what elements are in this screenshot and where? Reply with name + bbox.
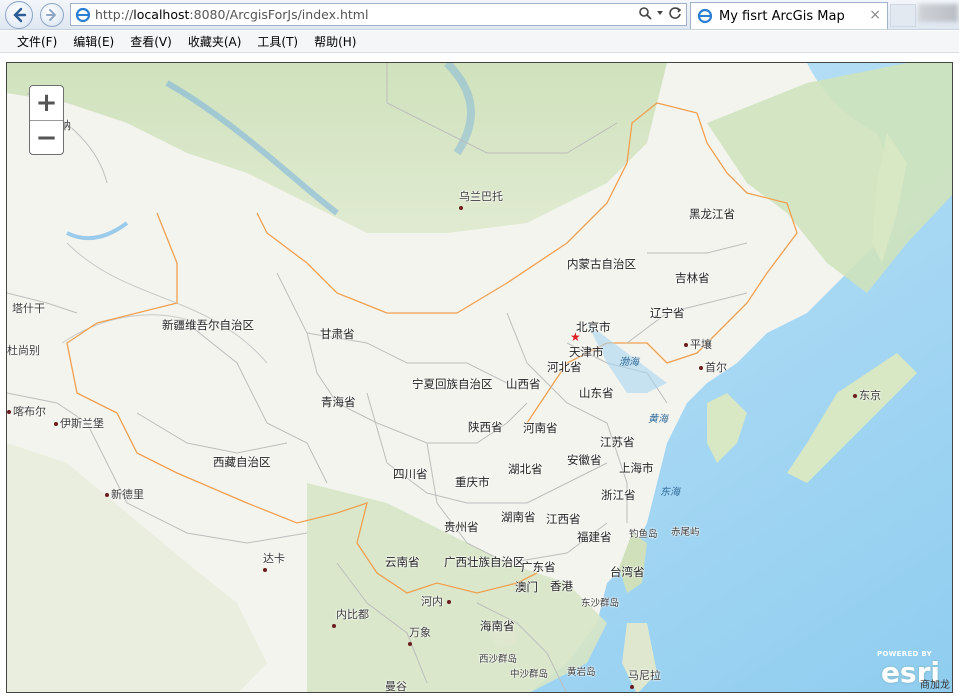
refresh-icon[interactable] [668,6,682,20]
sea-label-bohai: 渤海 [619,357,639,368]
back-button[interactable] [5,1,33,29]
province-label-yunnan: 云南省 [385,555,420,569]
city-dot-wulanbatuo [459,201,465,214]
island-label-xisha: 西沙群岛 [479,654,518,665]
island-label-dongsha: 东沙群岛 [581,598,620,609]
city-label-mangu: 曼谷 [385,680,407,693]
city-dot-daka [263,563,269,576]
city-label-pingrang: 平壤 [684,336,712,352]
province-label-zhejiang: 浙江省 [601,488,636,502]
province-label-taiwan: 台湾省 [610,565,645,579]
tab-title: My fisrt ArcGis Map [719,8,845,24]
tab-close-button[interactable]: × [869,7,881,23]
province-label-aomen: 澳门 [515,580,538,594]
island-label-huangyan: 黄岩岛 [567,667,596,678]
province-label-guangdong: 广东省 [521,560,556,574]
city-label-yisilanbao: 伊斯兰堡 [54,415,104,431]
province-label-fujian: 福建省 [577,530,612,544]
province-label-jilin: 吉林省 [675,271,710,285]
address-bar[interactable]: http://localhost:8080/ArcgisForJs/index.… [70,3,687,26]
city-label-wulanbatuo: 乌兰巴托 [459,190,503,203]
province-label-xizang: 西藏自治区 [213,455,271,469]
city-label-neibidu: 内比都 [336,608,369,621]
new-tab-button[interactable] [890,4,916,27]
island-label-diaoyu: 钓鱼岛 [629,529,658,540]
url-text: http://localhost:8080/ArcgisForJs/index.… [95,7,369,22]
province-label-hubei: 湖北省 [508,462,543,476]
province-label-guizhou: 贵州省 [444,520,479,534]
province-label-guangxi: 广西壮族自治区 [444,555,525,569]
province-label-hebei: 河北省 [547,360,582,374]
ie-tab-icon [697,8,713,24]
city-label-tashigan: 塔什干 [12,302,45,315]
forward-arrow-icon [46,9,57,21]
province-label-shanxi: 山西省 [506,377,541,391]
city-label-kabuer: 喀布尔 [7,403,46,419]
search-icon[interactable] [638,6,652,20]
province-label-beijing: 北京市 [576,320,611,334]
menu-view[interactable]: 查看(V) [130,33,172,50]
sea-label-huanghai: 黄海 [648,414,668,425]
menu-tools[interactable]: 工具(T) [257,33,298,50]
island-label-zhongsha: 中沙群岛 [510,669,549,680]
province-label-jiangsu: 江苏省 [600,435,635,449]
city-label-dushanbie: 杜尚别 [7,344,40,357]
zoom-in-button[interactable]: + [30,86,63,120]
province-label-hainan: 海南省 [480,619,515,633]
city-label-dongjing: 东京 [853,387,881,403]
province-label-ningxia: 宁夏回族自治区 [412,377,493,391]
province-label-xianggang: 香港 [550,579,573,593]
menu-favorites[interactable]: 收藏夹(A) [188,33,242,50]
province-label-henan: 河南省 [523,421,558,435]
city-dot-wanxiang [408,637,414,650]
ie-page-icon [75,7,91,22]
map-view[interactable]: 纳 乌兰巴托 黑龙江省 内蒙古自治区 吉林省 塔什干 辽宁省 新疆维吾尔自治区 … [6,62,953,693]
menu-help[interactable]: 帮助(H) [314,33,356,50]
province-label-liaoning: 辽宁省 [650,306,685,320]
city-label-xindeli: 新德里 [105,486,144,502]
province-label-anhui: 安徽省 [567,453,602,467]
island-label-chiwei: 赤尾屿 [671,527,700,538]
menu-bar: 文件(F) 编辑(E) 查看(V) 收藏夹(A) 工具(T) 帮助(H) [0,31,959,53]
province-label-chongqing: 重庆市 [455,475,490,489]
province-label-hunan: 湖南省 [501,510,536,524]
province-label-tianjin: 天津市 [569,345,604,359]
blurred-toolbar-area [918,4,958,22]
capital-star-icon: ★ [570,330,581,344]
province-label-shanghai: 上海市 [619,461,654,475]
map-attribution: 商加龙 [920,680,950,691]
province-label-shaanxi: 陕西省 [468,420,503,434]
city-label-henei: 河内 [421,593,453,609]
province-label-heilongjiang: 黑龙江省 [689,207,735,221]
province-label-gansu: 甘肃省 [320,327,355,341]
browser-tab[interactable]: My fisrt ArcGis Map × [690,2,888,29]
province-label-jiangxi: 江西省 [546,512,581,526]
province-label-qinghai: 青海省 [321,395,356,409]
province-label-xinjiang: 新疆维吾尔自治区 [162,318,254,332]
city-label-shouer: 首尔 [699,359,727,375]
zoom-out-button[interactable]: − [30,121,63,155]
browser-toolbar: http://localhost:8080/ArcgisForJs/index.… [0,0,959,30]
sea-label-donghai: 东海 [660,487,680,498]
back-arrow-icon [13,7,27,23]
city-dot-manila [630,680,636,692]
menu-file[interactable]: 文件(F) [17,33,57,50]
zoom-control: + − [29,85,64,155]
province-label-sichuan: 四川省 [393,467,428,481]
city-dot-neibidu [332,619,338,632]
province-label-shandong: 山东省 [579,386,614,400]
dropdown-arrow-icon[interactable] [656,9,664,17]
menu-edit[interactable]: 编辑(E) [73,33,114,50]
forward-button[interactable] [40,3,64,27]
province-label-neimenggu: 内蒙古自治区 [567,257,636,271]
